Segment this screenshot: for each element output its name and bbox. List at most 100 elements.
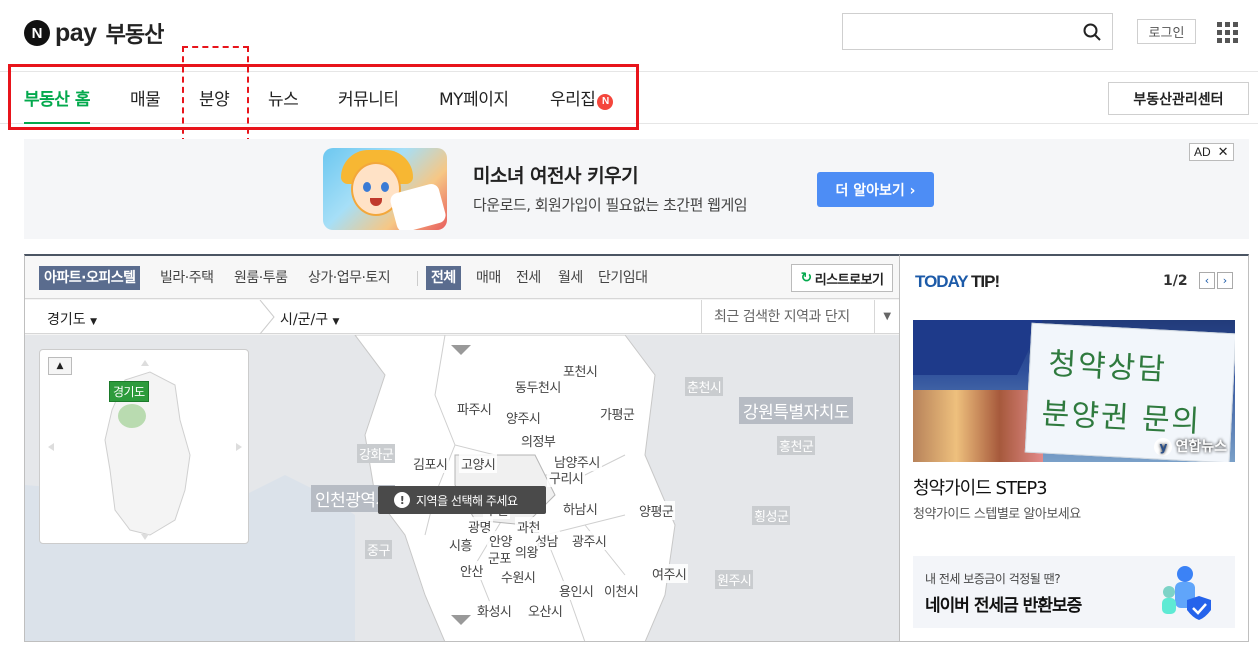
mini-map-region-tag: 경기도 [109,381,149,402]
chevron-down-icon[interactable]: ▼ [874,300,899,334]
search-icon[interactable] [1082,22,1102,42]
chevron-right-icon[interactable]: › [1217,272,1233,289]
guarantee-banner-line1: 내 전세 보증금이 걱정될 땐? [925,572,1061,586]
city-label[interactable]: 홍천군 [777,436,816,455]
filter-apartment[interactable]: 아파트·오피스텔 [39,266,141,290]
city-label[interactable]: 강화군 [357,444,396,463]
filter-jeonse[interactable]: 전세 [516,266,541,290]
filter-all[interactable]: 전체 [426,266,461,290]
city-label[interactable]: 가평군 [598,404,637,423]
yonhap-logo-icon: y [1154,438,1173,456]
logo-service-text: 부동산 [105,23,165,48]
city-label[interactable]: 파주시 [455,399,494,418]
ad-description: 다운로드, 회원가입이 필요없는 초간편 웹게임 [473,196,748,214]
mini-map[interactable]: ▲ 경기도 [39,349,249,544]
city-label[interactable]: 의정부 [519,431,558,450]
region-map[interactable]: ▲ 경기도 포천시 동두천시 파주시 양주시 가평군 의정부 김포시 고양시 남… [25,335,899,641]
refresh-icon: ↻ [800,270,813,286]
filter-sale[interactable]: 매매 [476,266,501,290]
chevron-left-icon[interactable]: ‹ [1199,272,1215,289]
ad-badge: AD ✕ [1189,143,1234,161]
management-center-button[interactable]: 부동산관리센터 [1108,82,1249,115]
city-label[interactable]: 화성시 [475,601,514,620]
city-label[interactable]: 수원시 [499,567,538,586]
province-label[interactable]: 강원특별자치도 [739,397,853,424]
city-label[interactable]: 양주시 [504,408,543,427]
filter-villa[interactable]: 빌라·주택 [160,266,214,290]
filter-monthly[interactable]: 월세 [558,266,583,290]
city-label[interactable]: 여주시 [650,564,689,583]
city-label[interactable]: 시흥 [447,535,474,554]
city-label[interactable]: 춘천시 [685,377,724,396]
city-select[interactable]: 시/군/구 ▼ [280,309,339,329]
ad-game-image[interactable] [323,148,447,230]
tooltip-text: 지역을 선택해 주세요 [416,493,518,508]
filter-commercial[interactable]: 상가·업무·토지 [308,266,391,290]
city-label[interactable]: 횡성군 [752,506,791,525]
city-label[interactable]: 오산시 [526,601,565,620]
ad-title[interactable]: 미소녀 여전사 키우기 [473,161,639,188]
search-input[interactable] [842,13,1113,50]
select-region-tooltip: ! 지역을 선택해 주세요 [378,486,546,514]
city-select-label: 시/군/구 [280,312,329,328]
guarantee-banner[interactable]: 내 전세 보증금이 걱정될 땐? 네이버 전세금 반환보증 [913,556,1235,628]
city-label[interactable]: 하남시 [561,499,600,518]
region-selector: 경기도 ▼ 시/군/구 ▼ 최근 검색한 지역과 단지 ▼ [25,300,899,334]
ad-learn-more-button[interactable]: 더 알아보기 › [817,172,934,207]
city-label[interactable]: 광주시 [570,531,609,550]
list-view-button[interactable]: ↻ 리스트로보기 [791,264,893,292]
city-label[interactable]: 양평군 [637,501,676,520]
guarantee-banner-line2: 네이버 전세금 반환보증 [925,596,1082,616]
today-tip-title-b: TIP! [967,272,1000,291]
filter-shortterm[interactable]: 단기임대 [598,266,648,290]
city-label[interactable]: 동두천시 [513,377,563,396]
city-label[interactable]: 이천시 [602,581,641,600]
recent-search-select[interactable]: 최근 검색한 지역과 단지 ▼ [701,300,899,334]
recent-search-label: 최근 검색한 지역과 단지 [714,309,850,325]
map-toolbar: 아파트·오피스텔 빌라·주택 원룸·투룸 상가·업무·토지 전체 매매 전세 월… [25,256,899,299]
tip-page-indicator: 1/2 [1163,273,1188,289]
today-tip-title-a: TODAY [915,272,968,291]
highlight-dashed-box [182,46,249,144]
tip-headline[interactable]: 청약가이드 STEP3 [913,474,1048,500]
toolbar-divider [417,271,418,286]
city-label[interactable]: 용인시 [557,581,596,600]
city-label[interactable]: 김포시 [411,454,450,473]
breadcrumb-arrow-icon [259,300,275,334]
map-panel: 아파트·오피스텔 빌라·주택 원룸·투룸 상가·업무·토지 전체 매매 전세 월… [24,254,900,642]
naver-pay-realestate-logo[interactable]: N pay 부동산 [24,17,165,49]
chevron-down-icon: ▼ [332,317,340,327]
today-tip-title: TODAY TIP! [915,272,1000,292]
info-icon: ! [394,492,410,508]
close-icon[interactable]: ✕ [1218,144,1229,160]
korea-outline-icon [48,360,242,540]
city-label[interactable]: 의왕 [513,542,540,561]
photo-sign-line1: 청약상담 [1047,346,1168,388]
city-label[interactable]: 안산 [458,561,485,580]
photo-sign-line2: 분양권 문의 [1040,396,1203,440]
photo-watermark: y 연합뉴스 [1154,436,1227,456]
ad-banner[interactable]: 미소녀 여전사 키우기 다운로드, 회원가입이 필요없는 초간편 웹게임 더 알… [24,139,1249,239]
province-select-label: 경기도 [47,312,86,328]
list-view-label: 리스트로보기 [814,272,884,288]
province-select[interactable]: 경기도 ▼ [47,309,97,329]
photo-watermark-text: 연합뉴스 [1175,439,1227,455]
city-label[interactable]: 고양시 [459,454,498,473]
city-label[interactable]: 원주시 [715,570,754,589]
logo-n-icon: N [24,20,50,46]
chevron-down-icon: ▼ [90,317,98,327]
page: N pay 부동산 로그인 부동산 홈 매물 분양 뉴스 커뮤니티 MY페이지 … [0,0,1258,661]
apps-grid-icon[interactable] [1217,22,1238,43]
city-label[interactable]: 중구 [365,540,392,559]
today-tip-panel: TODAY TIP! 1/2 ‹ › 청약상담 분양권 문의 y 연합뉴스 청약가… [900,254,1249,642]
ad-label: AD [1194,145,1211,159]
filter-oneroom[interactable]: 원룸·투룸 [234,266,288,290]
city-label[interactable]: 군포 [486,548,513,567]
tip-photo[interactable]: 청약상담 분양권 문의 y 연합뉴스 [913,320,1235,462]
highlight-box [8,64,639,130]
city-label[interactable]: 구리시 [547,468,586,487]
city-label[interactable]: 포천시 [561,361,600,380]
login-button[interactable]: 로그인 [1137,19,1196,44]
logo-pay-text: pay [55,18,97,47]
tip-subtitle: 청약가이드 스텝별로 알아보세요 [913,507,1081,522]
